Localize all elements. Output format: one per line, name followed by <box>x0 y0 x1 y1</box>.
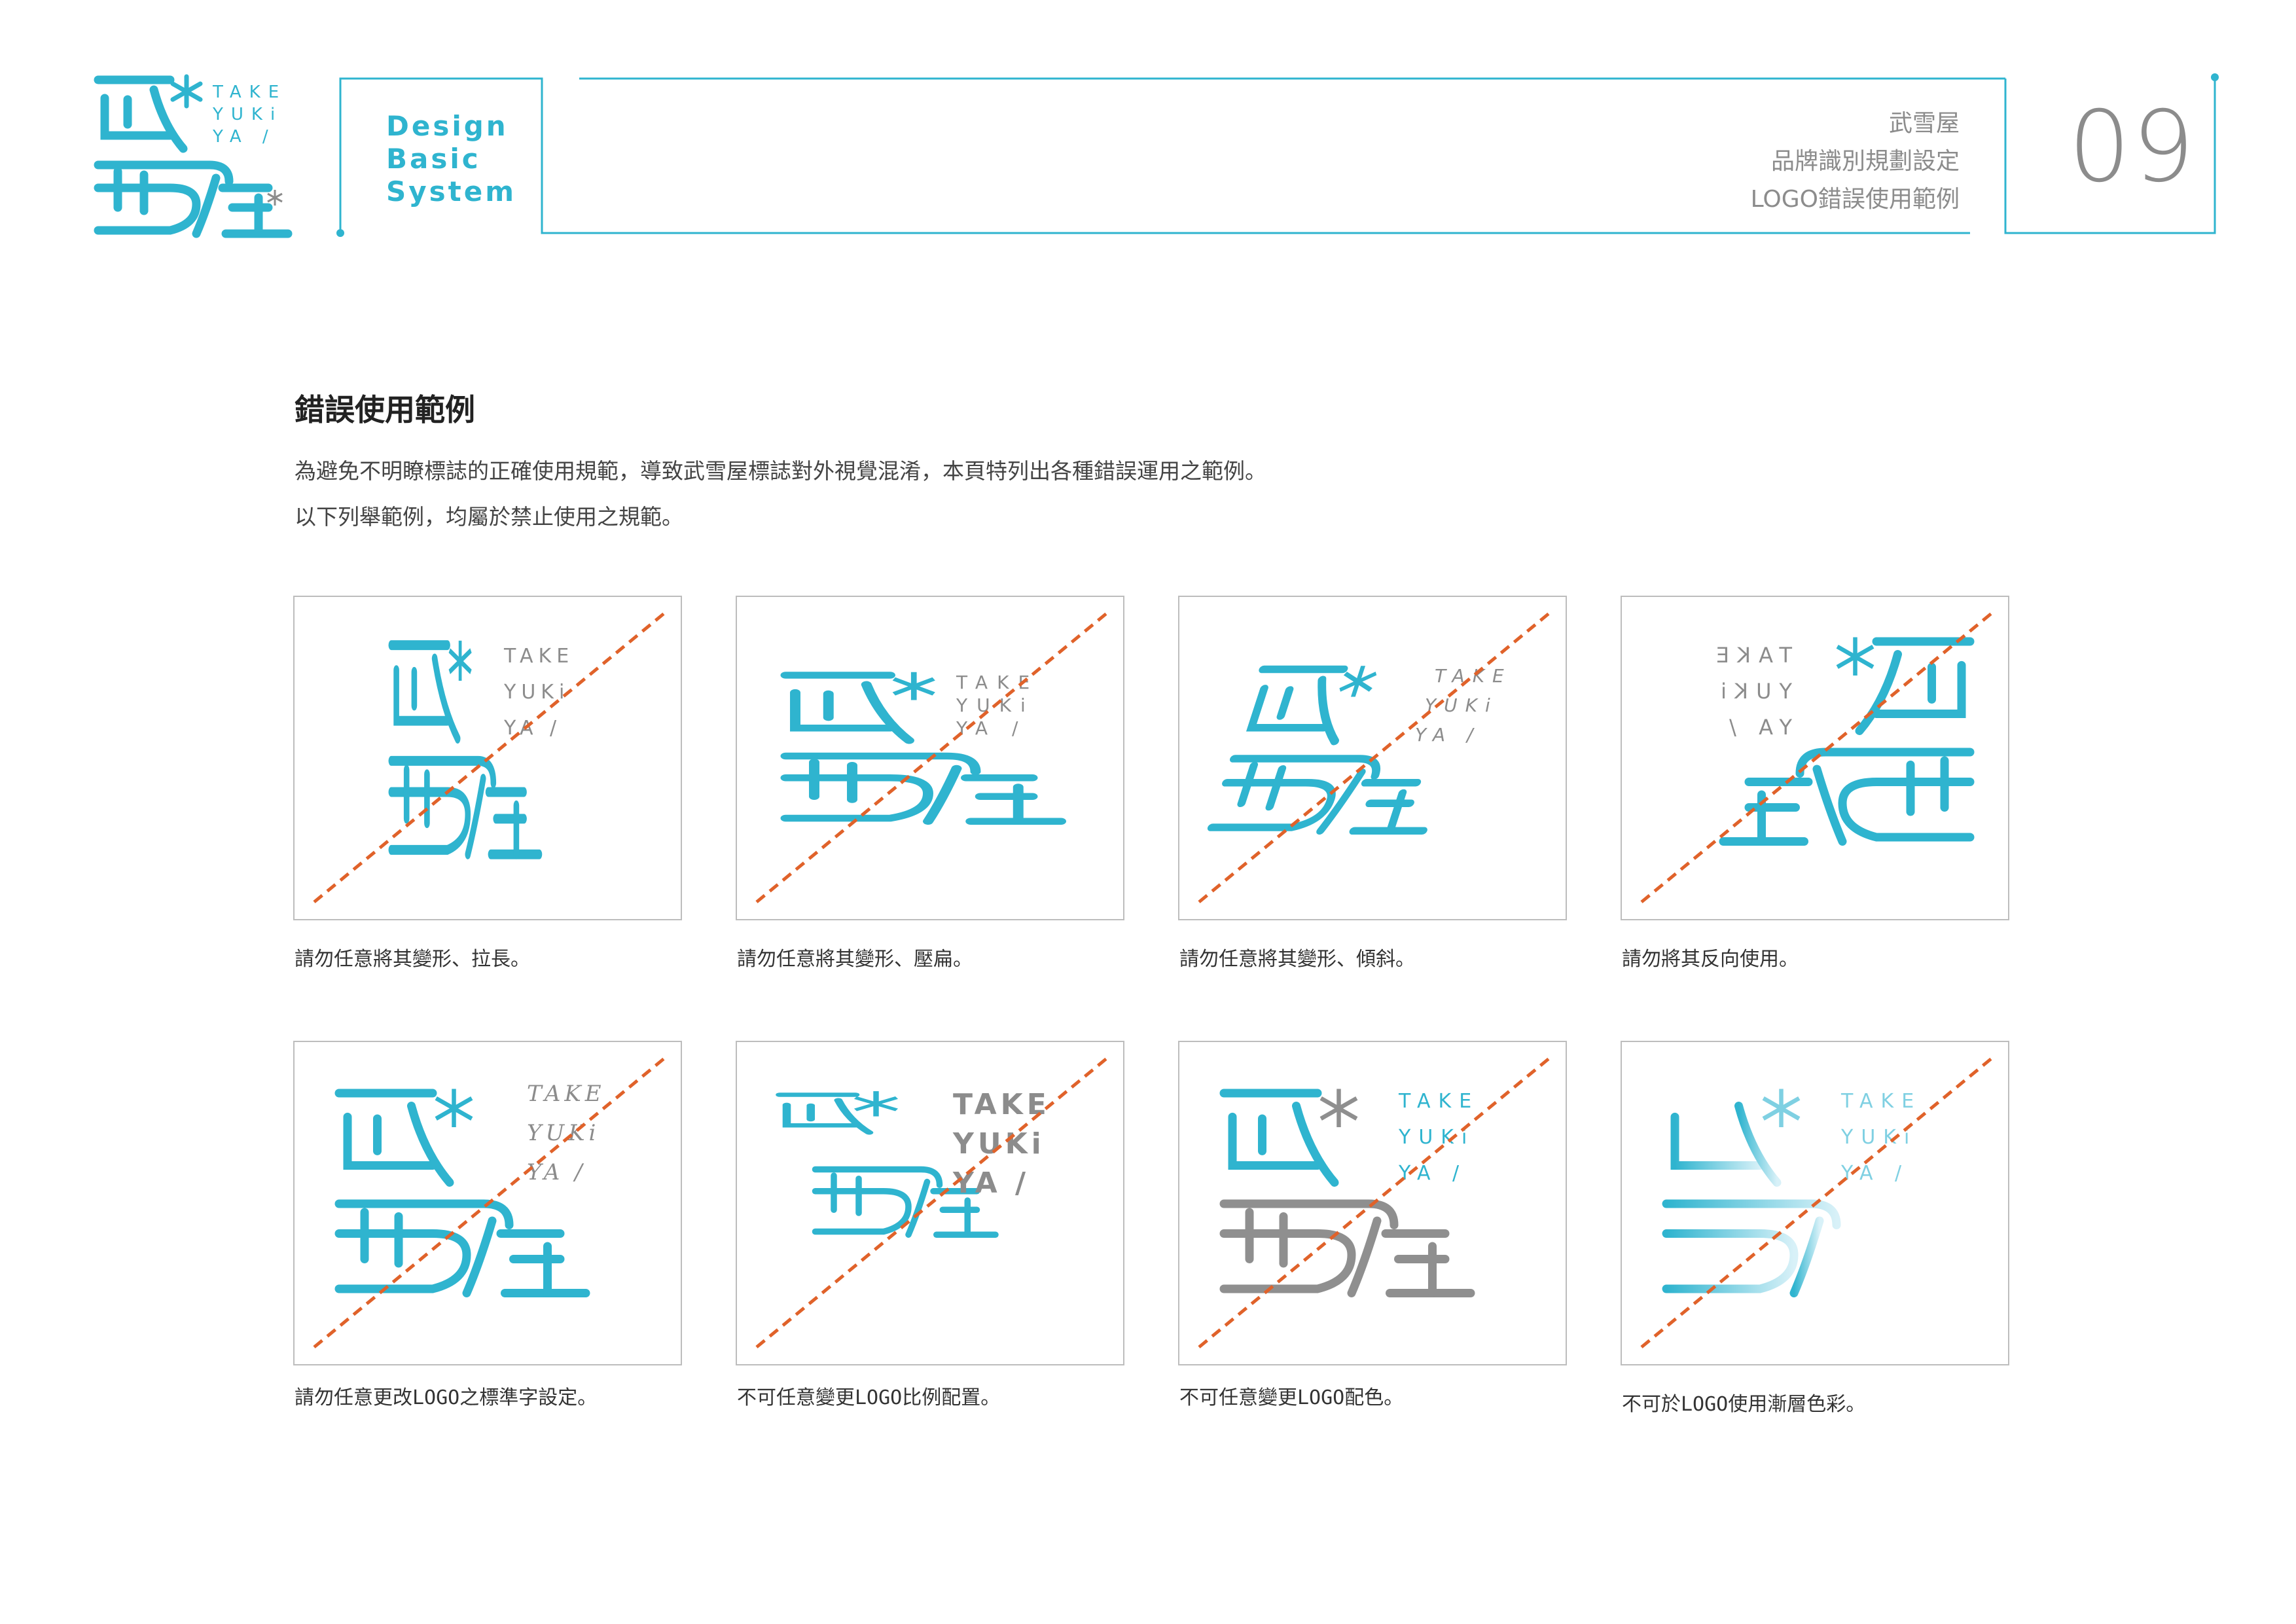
example-card-mirror: TAKE YUKi YA / <box>1621 596 2009 920</box>
latin-line-1: TAKE <box>956 672 1039 693</box>
latin-line-3: YA / <box>1415 724 1480 746</box>
latin-line-3: YA / <box>1840 1162 1909 1185</box>
header-line-topic: LOGO錯誤使用範例 <box>1750 186 1960 213</box>
example-card-gradient: TAKE YUKi YA / <box>1621 1041 2009 1365</box>
page-number: 09 <box>2068 90 2196 204</box>
header-line-category: 品牌識別規劃設定 <box>1770 148 1960 175</box>
section-title: 錯誤使用範例 <box>295 392 475 427</box>
example-logo-gradient: TAKE YUKi YA / <box>1640 1056 1994 1348</box>
latin-line-1: TAKE <box>1435 665 1512 687</box>
example-logo-recolor: TAKE YUKi YA / <box>1198 1056 1551 1348</box>
latin-line-1: TAKE <box>503 645 574 668</box>
example-caption-gradient: 不可於LOGO使用漸層色彩。 <box>1622 1393 1866 1416</box>
example-card-ratio-change: TAKE YUKi YA / <box>736 1041 1124 1365</box>
system-label-line-3: System <box>386 175 516 208</box>
example-caption-mirror: 請勿將其反向使用。 <box>1622 948 1799 971</box>
strike-line <box>755 1056 1109 1348</box>
example-caption-squash: 請勿任意將其變形、壓扁。 <box>737 948 973 971</box>
latin-line-3: YA / <box>527 1159 586 1185</box>
section-description: 為避免不明瞭標誌的正確使用規範，導致武雪屋標誌對外視覺混淆，本頁特列出各種錯誤運… <box>295 448 1266 540</box>
example-logo-font-change: TAKE YUKi YA / <box>313 1056 666 1348</box>
header-line-brand: 武雪屋 <box>1888 110 1960 137</box>
system-label-line-1: Design <box>386 110 509 142</box>
latin-line-2: YUKi <box>503 681 569 704</box>
example-card-squash: TAKE YUKi YA / <box>736 596 1124 920</box>
latin-line-2: YUKi <box>527 1120 600 1146</box>
example-logo-mirror: TAKE YUKi YA / <box>1640 611 1994 903</box>
example-caption-font-change: 請勿任意更改LOGO之標準字設定。 <box>295 1386 598 1409</box>
example-card-font-change: TAKE YUKi YA / <box>293 1041 682 1365</box>
brand-logo-latin-1: TAKE <box>213 82 287 102</box>
header-breadcrumb: 武雪屋 品牌識別規劃設定 LOGO錯誤使用範例 <box>1751 105 1960 219</box>
system-label: Design Basic System <box>386 110 516 208</box>
brand-logo-latin-2: YUKi <box>213 105 283 124</box>
latin-line-1: TAKE <box>1840 1090 1922 1113</box>
example-caption-skew: 請勿任意將其變形、傾斜。 <box>1179 948 1415 971</box>
example-logo-squash: TAKE YUKi YA / <box>755 611 1109 903</box>
strike-line <box>1640 611 1994 903</box>
description-line-1: 為避免不明瞭標誌的正確使用規範，導致武雪屋標誌對外視覺混淆，本頁特列出各種錯誤運… <box>295 458 1266 484</box>
example-caption-ratio-change: 不可任意變更LOGO比例配置。 <box>737 1386 1001 1409</box>
brand-logo: TAKE YUKi YA / <box>92 73 301 244</box>
latin-line-1: TAKE <box>1398 1090 1479 1113</box>
example-logo-ratio-change: TAKE YUKi YA / <box>755 1056 1109 1348</box>
latin-line-1: TAKE <box>1708 643 1793 668</box>
example-card-skew: TAKE YUKi YA / <box>1178 596 1567 920</box>
example-caption-recolor: 不可任意變更LOGO配色。 <box>1179 1386 1404 1409</box>
brand-logo-latin-3: YA / <box>213 127 276 147</box>
example-card-stretch: TAKE YUKi YA / <box>293 596 682 920</box>
latin-line-3: YA / <box>952 1166 1030 1200</box>
latin-line-3: YA / <box>1721 715 1793 740</box>
system-label-line-2: Basic <box>386 143 481 175</box>
example-card-recolor: TAKE YUKi YA / <box>1178 1041 1567 1365</box>
description-line-2: 以下列舉範例，均屬於禁止使用之規範。 <box>295 504 683 530</box>
example-logo-stretch: TAKE YUKi YA / <box>313 611 666 903</box>
example-caption-stretch: 請勿任意將其變形、拉長。 <box>295 948 530 971</box>
latin-line-2: YUKi <box>1713 679 1793 704</box>
example-logo-skew: TAKE YUKi YA / <box>1198 611 1551 903</box>
latin-line-3: YA / <box>503 717 562 740</box>
latin-line-3: YA / <box>1398 1162 1467 1185</box>
latin-line-1: TAKE <box>527 1081 605 1107</box>
latin-line-2: YUKi <box>952 1127 1045 1161</box>
